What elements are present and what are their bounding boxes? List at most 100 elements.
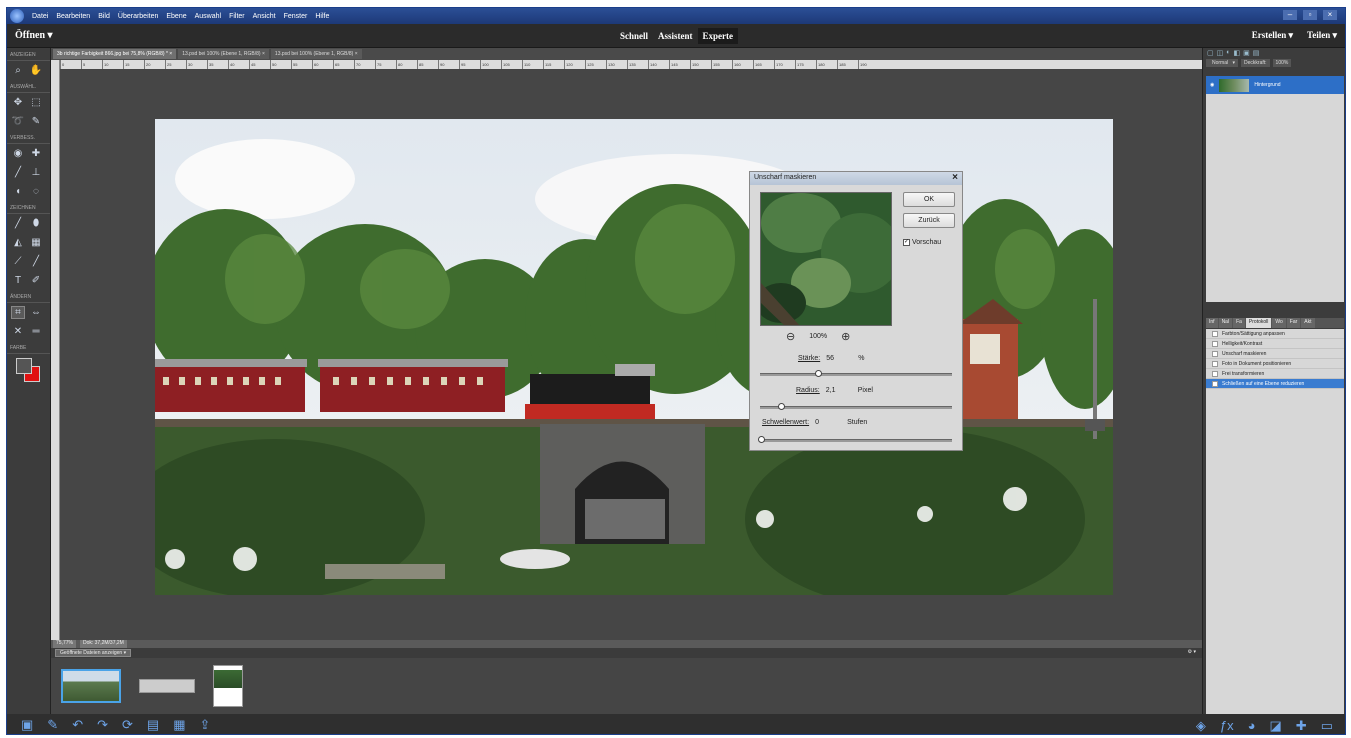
zoom-field[interactable]: 75,77%	[53, 640, 76, 648]
effects-icon[interactable]: ƒx	[1220, 718, 1234, 734]
tool-options-icon[interactable]: ✎	[47, 717, 58, 733]
tab-swatches[interactable]: Wo	[1272, 318, 1286, 328]
doc-tab[interactable]: 3b richtige Farbigkeit 866.jpg bei 75,8%…	[53, 49, 177, 59]
brush-tool-icon[interactable]: ╱	[11, 217, 25, 230]
doc-tab[interactable]: 13.psd bei 100% (Ebene 1, RGB/8) ×	[270, 49, 362, 59]
tab-favorites[interactable]: Fa	[1233, 318, 1245, 328]
bin-thumbnail[interactable]	[139, 679, 195, 693]
bin-options-icon[interactable]: ⚙ ▾	[1188, 649, 1196, 655]
organizer-icon[interactable]: ▦	[173, 717, 185, 733]
menu-edit[interactable]: Bearbeiten	[56, 13, 90, 20]
redo-icon[interactable]: ↷	[97, 717, 108, 733]
zoom-out-icon[interactable]: ⊖	[786, 330, 795, 343]
recompose-tool-icon[interactable]: ⇔	[29, 306, 43, 319]
eye-tool-icon[interactable]: ◉	[11, 147, 25, 160]
history-item[interactable]: Schließen auf eine Ebene reduzieren	[1206, 379, 1344, 389]
hand-tool-icon[interactable]: ✋	[29, 64, 43, 77]
more-icon[interactable]: ▭	[1321, 718, 1333, 734]
doc-tab[interactable]: 13.psd bei 100% (Ebene 1, RGB/8) ×	[178, 49, 269, 59]
menu-window[interactable]: Fenster	[284, 13, 308, 20]
lock-icon[interactable]: ▣	[1243, 49, 1250, 57]
rotate-icon[interactable]: ⟳	[122, 717, 133, 733]
visibility-eye-icon[interactable]: ◉	[1210, 82, 1214, 88]
foreground-color[interactable]	[16, 358, 32, 374]
filters-icon[interactable]: ◕	[1248, 718, 1256, 734]
close-icon[interactable]: ×	[1323, 10, 1337, 20]
move-tool-icon[interactable]: ✥	[11, 96, 25, 109]
trash-icon[interactable]: ▤	[1253, 49, 1260, 57]
tab-expert[interactable]: Experte	[697, 28, 739, 44]
color-picker-tool-icon[interactable]: ⟋	[11, 255, 25, 268]
gradient-tool-icon[interactable]: ▦	[29, 236, 43, 249]
tab-actions[interactable]: Akt	[1301, 318, 1315, 328]
tab-quick[interactable]: Schnell	[615, 28, 653, 44]
history-item[interactable]: Unscharf maskieren	[1206, 349, 1344, 359]
blend-mode-select[interactable]: Normal ▾	[1206, 59, 1239, 67]
history-item[interactable]: Helligkeit/Kontrast	[1206, 339, 1344, 349]
filter-preview[interactable]	[760, 192, 892, 326]
bin-thumbnail[interactable]	[213, 665, 243, 707]
menu-filter[interactable]: Filter	[229, 13, 245, 20]
bin-thumbnail[interactable]	[61, 669, 121, 703]
menu-select[interactable]: Auswahl	[195, 13, 221, 20]
tab-guided[interactable]: Assistent	[653, 28, 698, 44]
color-swatches[interactable]	[7, 354, 50, 388]
close-icon[interactable]: ×	[952, 172, 958, 183]
quick-select-tool-icon[interactable]: ✎	[29, 115, 43, 128]
crop-tool-icon[interactable]: ⌗	[11, 306, 25, 319]
opacity-value[interactable]: 100%	[1272, 59, 1292, 67]
checkbox-checked-icon[interactable]: ✓	[903, 239, 910, 246]
graphics-icon[interactable]: ✚	[1296, 718, 1307, 734]
content-move-tool-icon[interactable]: ✕	[11, 325, 25, 338]
minimize-icon[interactable]: –	[1283, 10, 1297, 20]
pencil-tool-icon[interactable]: ✐	[29, 274, 43, 287]
type-tool-icon[interactable]: T	[11, 274, 25, 287]
bin-filter-select[interactable]: Geöffnete Dateien anzeigen ▾	[55, 649, 132, 657]
adjustment-layer-icon[interactable]: ◐	[1226, 49, 1230, 57]
share-button[interactable]: Teilen ▾	[1307, 30, 1337, 41]
radius-slider-handle[interactable]	[778, 403, 785, 410]
create-button[interactable]: Erstellen ▾	[1252, 30, 1293, 41]
layers-panel-icon[interactable]: ◈	[1196, 718, 1206, 734]
threshold-slider-handle[interactable]	[758, 436, 765, 443]
canvas-area[interactable]	[60, 69, 1202, 640]
paint-bucket-tool-icon[interactable]: ◭	[11, 236, 25, 249]
zoom-in-icon[interactable]: ⊕	[841, 330, 850, 343]
history-item[interactable]: Farbton/Sättigung anpassen	[1206, 329, 1344, 339]
radius-value[interactable]: 2,1	[826, 387, 852, 394]
menu-file[interactable]: Datei	[32, 13, 48, 20]
blur-tool-icon[interactable]: ◖	[11, 185, 25, 198]
preview-checkbox[interactable]: ✓ Vorschau	[903, 239, 941, 246]
eraser-tool-icon[interactable]: ⬮	[29, 217, 43, 230]
undo-icon[interactable]: ↶	[72, 717, 83, 733]
tab-info[interactable]: Inf	[1206, 318, 1218, 328]
tab-colors[interactable]: Far	[1286, 318, 1301, 328]
photo-bin-icon[interactable]: ▣	[21, 717, 33, 733]
new-layer-icon[interactable]: ▢	[1207, 49, 1214, 57]
menu-image[interactable]: Bild	[98, 13, 110, 20]
ok-button[interactable]: OK	[903, 192, 955, 207]
new-group-icon[interactable]: ◫	[1217, 49, 1224, 57]
layer-row[interactable]: ◉ Hintergrund	[1206, 76, 1344, 94]
menu-enhance[interactable]: Überarbeiten	[118, 13, 158, 20]
open-button[interactable]: Öffnen ▾	[15, 30, 53, 41]
layout-icon[interactable]: ▤	[147, 717, 159, 733]
menu-layer[interactable]: Ebene	[166, 13, 186, 20]
line-tool-icon[interactable]: ╱	[29, 255, 43, 268]
photo-railway-scene[interactable]	[155, 119, 1113, 595]
menu-view[interactable]: Ansicht	[253, 13, 276, 20]
zoom-tool-icon[interactable]: ⌕	[11, 64, 25, 77]
marquee-tool-icon[interactable]: ⬚	[29, 96, 43, 109]
strength-slider-handle[interactable]	[815, 370, 822, 377]
sponge-tool-icon[interactable]: ◌	[29, 185, 43, 198]
history-item[interactable]: Frei transformieren	[1206, 369, 1344, 379]
styles-icon[interactable]: ◪	[1270, 718, 1282, 734]
history-item[interactable]: Foto in Dokument positionieren	[1206, 359, 1344, 369]
straighten-tool-icon[interactable]: ═	[29, 325, 43, 338]
tab-history[interactable]: Protokoll	[1245, 318, 1272, 328]
back-button[interactable]: Zurück	[903, 213, 955, 228]
tab-navigator[interactable]: Nal	[1218, 318, 1233, 328]
radius-slider[interactable]	[760, 403, 952, 410]
threshold-slider[interactable]	[758, 436, 952, 443]
maximize-icon[interactable]: ▫	[1303, 10, 1317, 20]
